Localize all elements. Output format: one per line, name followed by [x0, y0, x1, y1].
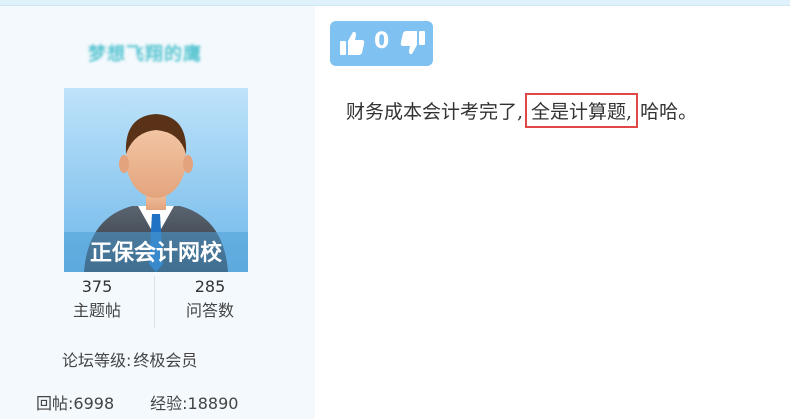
user-stats: 375 主题帖 285 问答数 [42, 276, 282, 330]
username-blurred[interactable]: 梦想飞翔的鹰 [88, 40, 228, 66]
forum-level-value: 终极会员 [133, 351, 198, 370]
forum-level: 论坛等级: 终极会员 [62, 347, 197, 371]
stat-topics-value: 375 [81, 277, 113, 296]
replies-value: 6998 [73, 394, 115, 413]
avatar-watermark: 正保会计网校 [90, 240, 223, 266]
vote-widget: 0 [330, 21, 433, 66]
post-content: 财务成本会计考完了, 全是计算题, 哈哈。 [346, 93, 697, 128]
stat-answers-label: 问答数 [185, 301, 234, 320]
stat-topics-label: 主题帖 [72, 301, 121, 320]
exp-value: 18890 [187, 394, 239, 413]
thumbs-up-icon[interactable] [338, 29, 366, 61]
post-text-after: 哈哈。 [640, 101, 698, 123]
stat-answers[interactable]: 285 问答数 [155, 276, 265, 324]
stat-topics[interactable]: 375 主题帖 [42, 276, 152, 324]
vote-count: 0 [374, 29, 390, 54]
exp-label: 经验: [150, 394, 188, 413]
replies-label: 回帖: [36, 394, 74, 413]
thumbs-down-icon[interactable] [399, 29, 427, 61]
stat-answers-value: 285 [194, 277, 226, 296]
post-text-highlight: 全是计算题, [525, 93, 639, 128]
forum-level-label: 论坛等级: [62, 351, 132, 370]
post-text-before: 财务成本会计考完了, [346, 101, 524, 123]
reply-exp-line: 回帖:6998 经验:18890 [36, 390, 238, 414]
avatar[interactable]: 正保会计网校 [64, 88, 248, 272]
